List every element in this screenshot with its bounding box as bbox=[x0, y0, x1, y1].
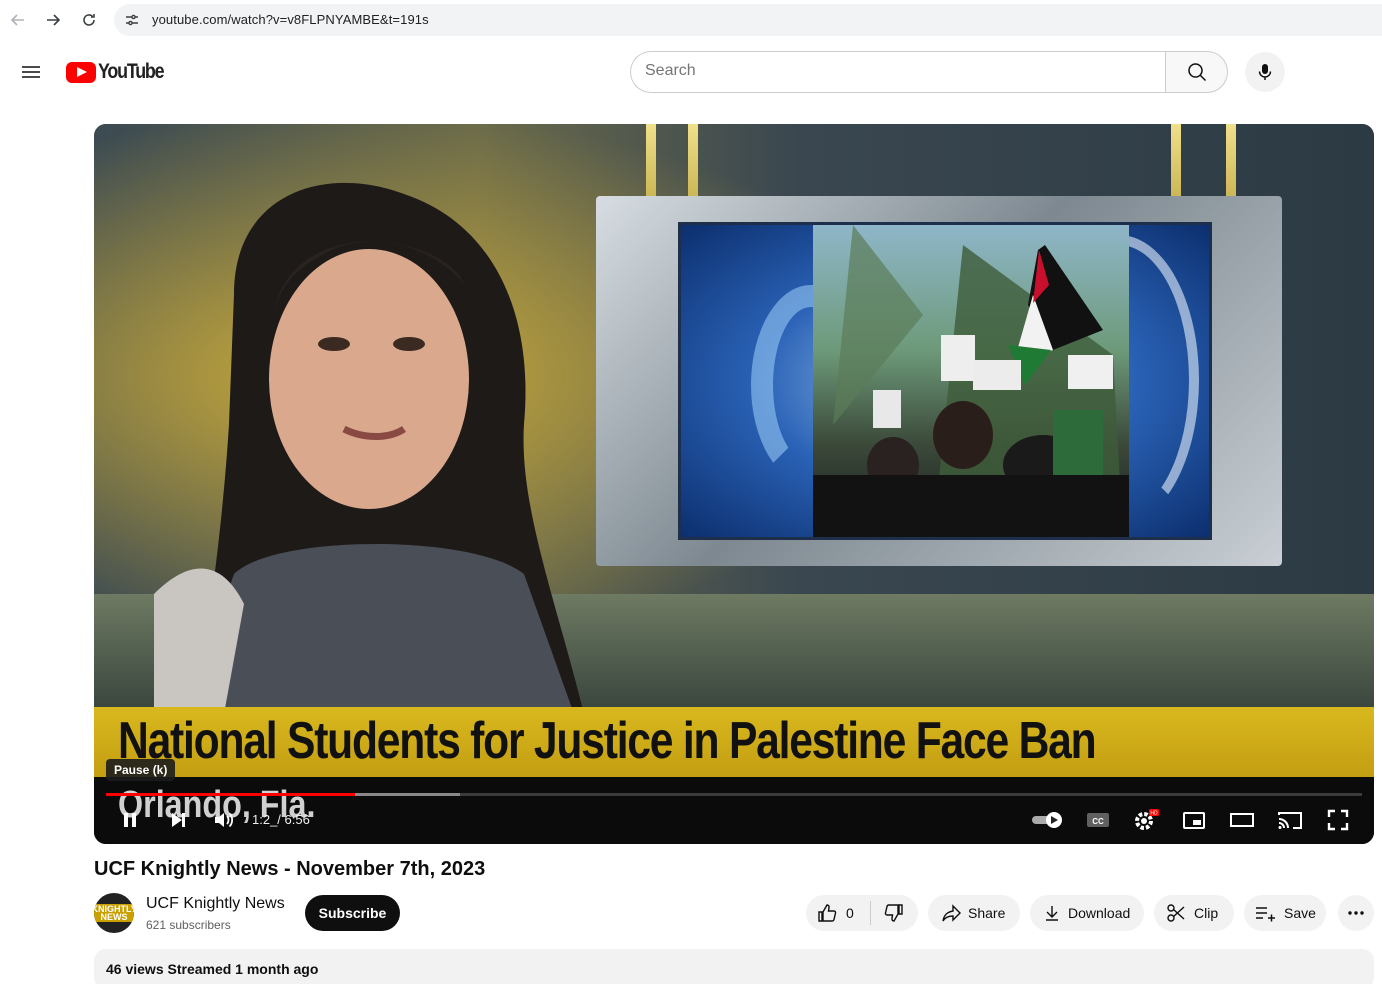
settings-button[interactable]: HD bbox=[1130, 804, 1162, 836]
search-input[interactable] bbox=[645, 62, 1145, 80]
avatar-logo-text: KNIGHTLY NEWS bbox=[94, 904, 134, 922]
save-button[interactable]: Save bbox=[1244, 895, 1326, 931]
mute-button[interactable] bbox=[208, 804, 240, 836]
theater-mode-button[interactable] bbox=[1226, 804, 1258, 836]
search-button[interactable] bbox=[1165, 51, 1228, 93]
youtube-logo[interactable]: YouTube bbox=[66, 60, 175, 84]
subscribe-button[interactable]: Subscribe bbox=[305, 895, 400, 931]
studio-monitor bbox=[596, 196, 1282, 566]
share-button[interactable]: Share bbox=[928, 895, 1020, 931]
cast-icon bbox=[1278, 812, 1302, 829]
autoplay-toggle[interactable] bbox=[1028, 804, 1068, 836]
microphone-icon bbox=[1258, 64, 1272, 80]
monitor-screen bbox=[678, 222, 1212, 540]
like-dislike-group: 0 bbox=[806, 895, 918, 931]
youtube-header: YouTube bbox=[0, 40, 1382, 104]
back-arrow-icon[interactable] bbox=[6, 8, 30, 32]
autoplay-toggle-icon bbox=[1032, 812, 1062, 828]
volume-icon bbox=[215, 812, 234, 828]
closed-captions-icon: CC bbox=[1087, 813, 1109, 827]
progress-bar[interactable] bbox=[106, 793, 1362, 796]
clip-label: Clip bbox=[1194, 905, 1219, 921]
youtube-play-icon bbox=[66, 61, 96, 83]
hamburger-menu-icon[interactable] bbox=[18, 60, 44, 84]
more-horizontal-icon bbox=[1348, 911, 1364, 915]
miniplayer-icon bbox=[1183, 812, 1205, 829]
like-button[interactable]: 0 bbox=[806, 895, 870, 931]
thumbs-up-icon bbox=[818, 904, 837, 922]
voice-search-button[interactable] bbox=[1245, 52, 1285, 92]
like-count: 0 bbox=[846, 905, 854, 921]
protest-footage bbox=[813, 225, 1129, 537]
reload-icon[interactable] bbox=[77, 8, 101, 32]
theater-mode-icon bbox=[1230, 813, 1254, 827]
svg-text:CC: CC bbox=[1092, 817, 1104, 826]
video-player[interactable]: National Students for Justice in Palesti… bbox=[94, 124, 1374, 844]
fullscreen-icon bbox=[1327, 809, 1349, 831]
clip-button[interactable]: Clip bbox=[1154, 895, 1234, 931]
download-label: Download bbox=[1068, 905, 1131, 921]
next-button[interactable] bbox=[162, 804, 194, 836]
forward-arrow-icon[interactable] bbox=[41, 8, 65, 32]
search-icon bbox=[1187, 63, 1206, 82]
pause-tooltip: Pause (k) bbox=[106, 759, 176, 781]
save-label: Save bbox=[1284, 905, 1316, 921]
logo-text: YouTube bbox=[98, 60, 165, 83]
progress-played bbox=[106, 793, 355, 796]
subtitles-button[interactable]: CC bbox=[1082, 804, 1114, 836]
address-bar[interactable]: youtube.com/watch?v=v8FLPNYAMBE&t=191s bbox=[114, 4, 1382, 36]
miniplayer-button[interactable] bbox=[1178, 804, 1210, 836]
view-count-and-date: 46 views Streamed 1 month ago bbox=[106, 961, 319, 977]
fullscreen-button[interactable] bbox=[1322, 804, 1354, 836]
cast-button[interactable] bbox=[1274, 804, 1306, 836]
channel-name[interactable]: UCF Knightly News bbox=[146, 895, 285, 913]
pause-icon bbox=[124, 813, 136, 827]
next-icon bbox=[172, 813, 185, 827]
share-icon bbox=[942, 904, 961, 922]
site-settings-icon[interactable] bbox=[124, 12, 140, 28]
more-actions-button[interactable] bbox=[1338, 895, 1374, 931]
ticker-headline: National Students for Justice in Palesti… bbox=[118, 712, 1097, 770]
dislike-button[interactable] bbox=[871, 895, 917, 931]
news-ticker-banner: National Students for Justice in Palesti… bbox=[94, 707, 1374, 777]
description-box[interactable]: 46 views Streamed 1 month ago bbox=[94, 949, 1374, 984]
pause-button[interactable] bbox=[114, 804, 146, 836]
subscriber-count: 621 subscribers bbox=[146, 918, 231, 932]
channel-avatar[interactable]: KNIGHTLY NEWS bbox=[94, 893, 134, 933]
download-icon bbox=[1046, 906, 1058, 921]
svg-text:HD: HD bbox=[1150, 811, 1158, 817]
time-display: 1:2_/ 6:56 bbox=[252, 812, 310, 827]
browser-toolbar: youtube.com/watch?v=v8FLPNYAMBE&t=191s bbox=[0, 0, 1382, 40]
settings-gear-icon: HD bbox=[1135, 809, 1159, 830]
thumbs-down-icon bbox=[884, 904, 903, 922]
url-text: youtube.com/watch?v=v8FLPNYAMBE&t=191s bbox=[152, 12, 429, 27]
scissors-icon bbox=[1167, 904, 1185, 922]
video-title: UCF Knightly News - November 7th, 2023 bbox=[94, 858, 486, 880]
download-button[interactable]: Download bbox=[1030, 895, 1144, 931]
save-playlist-icon bbox=[1256, 907, 1275, 922]
search-box[interactable] bbox=[630, 51, 1166, 93]
share-label: Share bbox=[968, 905, 1006, 921]
